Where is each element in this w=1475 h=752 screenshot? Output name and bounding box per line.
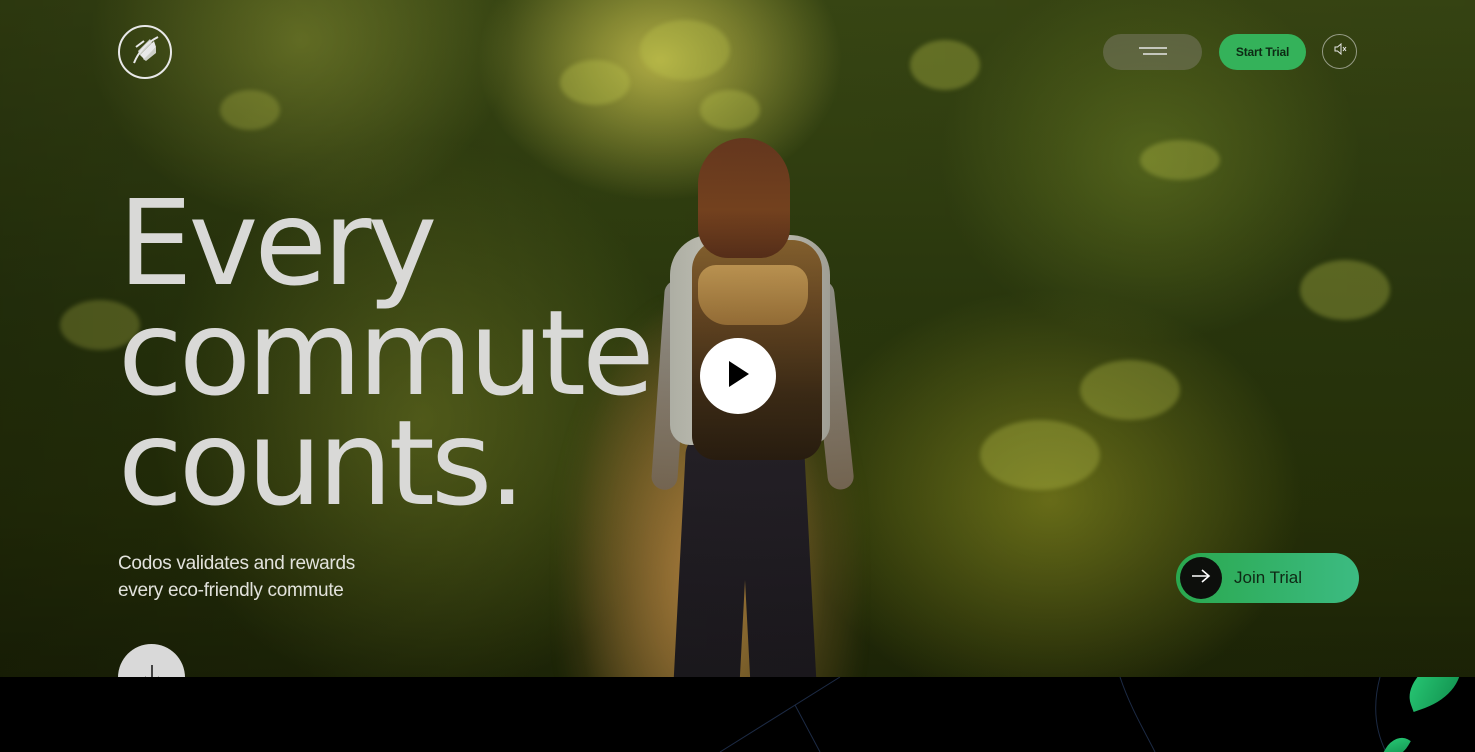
headline-line-2: commute [118,284,655,422]
subtitle-line-2: every eco-friendly commute [118,580,344,601]
headline-line-3: counts. [118,394,526,532]
headline-line-1: Every [118,174,437,312]
next-section-preview [0,677,1475,752]
arrow-right-icon [1190,568,1212,589]
start-trial-button[interactable]: Start Trial [1219,34,1306,70]
decorative-lines [719,677,1387,752]
subtitle-line-1: Codos validates and rewards [118,553,355,574]
sound-toggle-button[interactable] [1322,34,1357,69]
landing-page: Start Trial Every commute counts. Codos … [0,0,1475,752]
play-video-button[interactable] [700,338,776,414]
logo[interactable] [118,25,172,79]
join-trial-label: Join Trial [1234,568,1303,587]
hero-headline: Every commute counts. [118,174,655,532]
play-icon [724,359,752,394]
join-arrow-circle [1180,557,1222,599]
hero-subtitle: Codos validates and rewards every eco-fr… [118,550,438,604]
menu-button[interactable] [1103,34,1202,70]
hamburger-icon [1138,43,1168,61]
leaf-logo-icon [128,33,162,72]
speaker-muted-icon [1333,42,1347,61]
join-trial-button[interactable]: Join Trial [1176,553,1359,603]
